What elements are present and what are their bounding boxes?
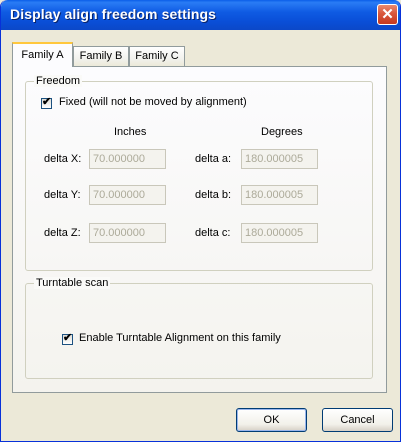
enable-turntable-checkbox[interactable]: ✔ bbox=[62, 332, 73, 345]
dialog-window: Display align freedom settings ✕ Family … bbox=[0, 0, 401, 442]
delta-x-field[interactable]: 70.000000 bbox=[89, 149, 166, 169]
freedom-group-label: Freedom bbox=[34, 75, 83, 87]
turntable-group: Turntable scan ✔ Enable Turntable Alignm… bbox=[25, 277, 373, 379]
delta-z-label: delta Z: bbox=[44, 227, 81, 239]
tab-family-b[interactable]: Family B bbox=[73, 46, 129, 66]
tab-page-family-a: Freedom ✔ Fixed (will not be moved by al… bbox=[12, 66, 387, 393]
delta-b-label: delta b: bbox=[195, 189, 232, 201]
window-title: Display align freedom settings bbox=[10, 6, 217, 22]
ok-button[interactable]: OK bbox=[236, 408, 307, 432]
delta-a-field[interactable]: 180.000005 bbox=[241, 149, 318, 169]
delta-c-field[interactable]: 180.000005 bbox=[241, 223, 318, 243]
turntable-group-label: Turntable scan bbox=[34, 277, 111, 289]
delta-x-label: delta X: bbox=[44, 153, 82, 165]
delta-y-label: delta Y: bbox=[44, 189, 81, 201]
fixed-checkbox[interactable]: ✔ bbox=[41, 96, 52, 109]
delta-y-field[interactable]: 70.000000 bbox=[89, 185, 166, 205]
tab-family-a[interactable]: Family A bbox=[12, 42, 73, 67]
delta-c-label: delta c: bbox=[195, 227, 231, 239]
fixed-checkbox-label[interactable]: Fixed (will not be moved by alignment) bbox=[59, 96, 247, 108]
tab-family-c[interactable]: Family C bbox=[129, 46, 185, 66]
inches-header: Inches bbox=[114, 126, 147, 138]
title-bar[interactable]: Display align freedom settings ✕ bbox=[1, 0, 400, 30]
delta-b-field[interactable]: 180.000005 bbox=[241, 185, 318, 205]
delta-a-label: delta a: bbox=[195, 153, 232, 165]
check-icon: ✔ bbox=[63, 332, 73, 344]
freedom-group: Freedom ✔ Fixed (will not be moved by al… bbox=[25, 75, 373, 271]
dialog-client-area: Family A Family B Family C Freedom ✔ Fix… bbox=[4, 30, 397, 439]
degrees-header: Degrees bbox=[261, 126, 303, 138]
delta-z-field[interactable]: 70.000000 bbox=[89, 223, 166, 243]
enable-turntable-label[interactable]: Enable Turntable Alignment on this famil… bbox=[79, 332, 281, 344]
cancel-button[interactable]: Cancel bbox=[322, 408, 393, 432]
close-icon[interactable]: ✕ bbox=[377, 4, 398, 25]
check-icon: ✔ bbox=[42, 96, 52, 108]
